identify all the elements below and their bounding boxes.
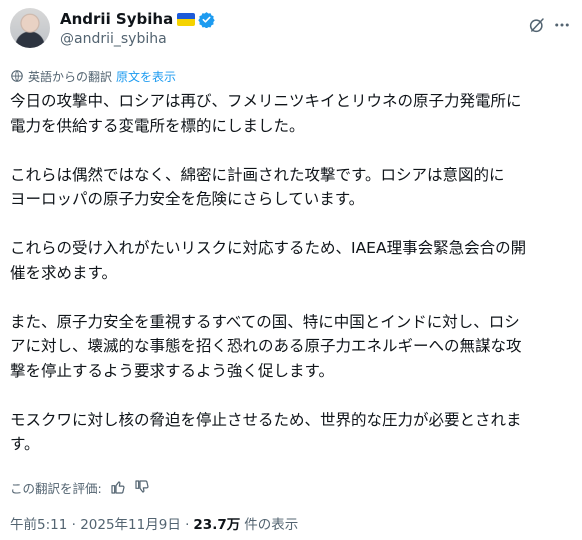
rate-translation-label: この翻訳を評価: <box>10 480 102 496</box>
tweet-paragraph: 今日の攻撃中、ロシアは再び、フメリニツキイとリウネの原子力発電所に 電力を供給す… <box>10 92 522 135</box>
tweet-paragraph: モスクワに対し核の脅迫を停止させるため、世界的な圧力が必要とされま す。 <box>10 410 522 454</box>
rate-translation-row: この翻訳を評価: <box>10 477 150 497</box>
more-icon[interactable] <box>552 16 572 34</box>
views-label: 件の表示 <box>244 517 299 533</box>
translate-icon <box>11 70 23 82</box>
tweet-header: Andrii Sybiha @andrii_sybiha <box>10 8 572 54</box>
tweet-body: 今日の攻撃中、ロシアは再び、フメリニツキイとリウネの原子力発電所に 電力を供給す… <box>10 89 570 457</box>
avatar[interactable] <box>10 8 50 48</box>
tweet-paragraph: また、原子力安全を重視するすべての国、特に中国とインドに対し、ロシ アに対し、壊… <box>10 312 522 380</box>
thumbs-up-icon[interactable] <box>110 479 126 495</box>
grok-icon[interactable] <box>528 16 546 34</box>
translation-row: 英語からの翻訳 原文を表示 <box>10 67 176 85</box>
thumbs-down-icon[interactable] <box>134 479 150 495</box>
author-handle[interactable]: @andrii_sybiha <box>60 31 215 49</box>
display-name[interactable]: Andrii Sybiha <box>60 10 173 28</box>
views-count: 23.7万 <box>193 517 241 533</box>
author-block: Andrii Sybiha @andrii_sybiha <box>60 9 215 49</box>
verified-badge-icon <box>198 11 215 28</box>
tweet-paragraph: これらは偶然ではなく、綿密に計画された攻撃です。ロシアは意図的に ヨーロッパの原… <box>10 165 505 209</box>
show-original-link[interactable]: 原文を表示 <box>116 68 176 85</box>
tweet-paragraph: これらの受け入れがたいリスクに対応するため、IAEA理事会緊急会合の開 催を求め… <box>10 239 527 282</box>
ukraine-flag-icon <box>177 12 196 26</box>
tweet-meta: 午前5:11 · 2025年11月9日 · 23.7万 件の表示 <box>10 513 298 533</box>
timestamp[interactable]: 午前5:11 · 2025年11月9日 · <box>10 513 189 533</box>
display-name-row: Andrii Sybiha <box>60 9 215 29</box>
translation-label: 英語からの翻訳 <box>28 69 113 84</box>
